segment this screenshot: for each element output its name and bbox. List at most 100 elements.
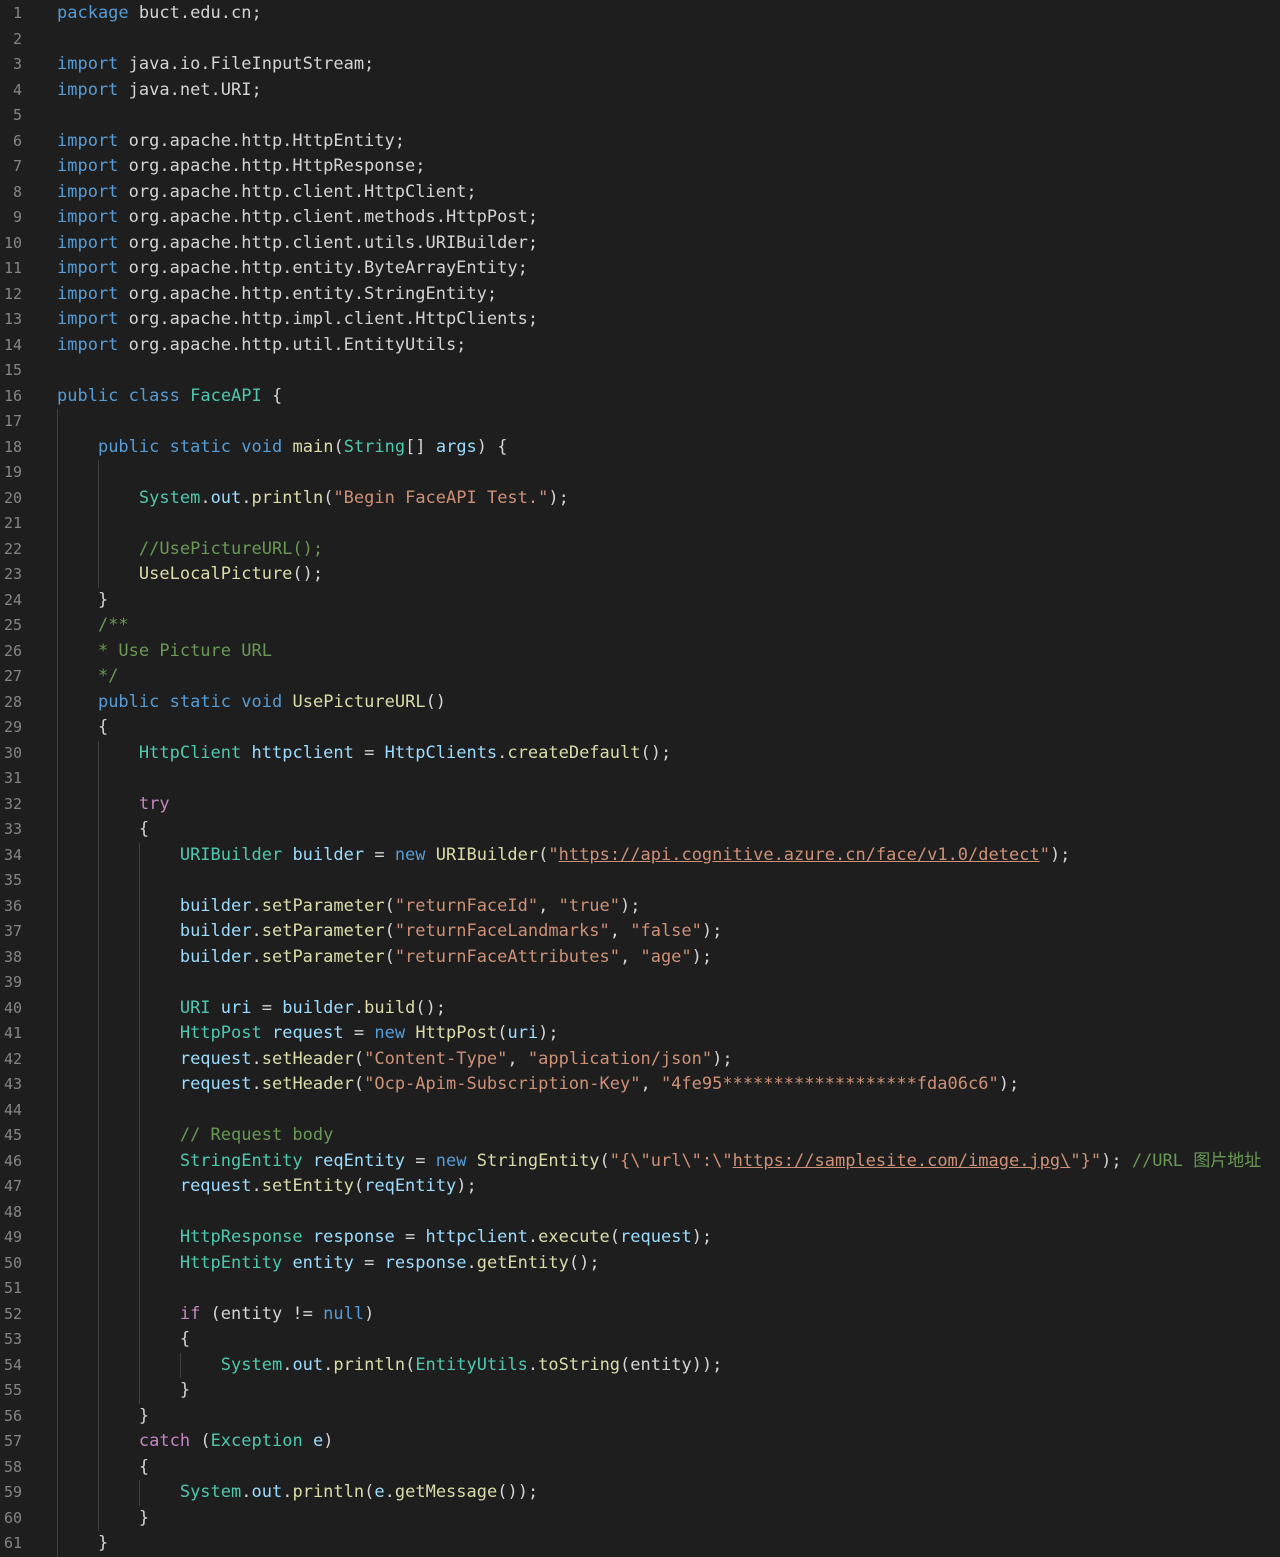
- code-line[interactable]: 29 {: [0, 715, 1280, 741]
- code-line[interactable]: 38 builder.setParameter("returnFaceAttri…: [0, 944, 1280, 970]
- code-token: .: [282, 1354, 293, 1375]
- line-number: 41: [3, 1024, 22, 1042]
- code-line[interactable]: 22 //UsePictureURL();: [0, 536, 1280, 562]
- code-line[interactable]: 1 package buct.edu.cn;: [0, 1, 1280, 27]
- code-token: import: [57, 54, 119, 74]
- code-token: }: [57, 1405, 150, 1426]
- line-number: 46: [3, 1151, 22, 1170]
- code-line[interactable]: 41 HttpPost request = new HttpPost(uri);: [0, 1021, 1280, 1047]
- code-line[interactable]: 44: [0, 1097, 1280, 1123]
- code-token: builder: [179, 895, 252, 916]
- code-line[interactable]: 23 UseLocalPicture();: [0, 562, 1280, 588]
- code-token: (entity));: [620, 1354, 723, 1375]
- code-line[interactable]: 53 {: [0, 1327, 1280, 1353]
- code-line[interactable]: 14 import org.apache.http.util.EntityUtil…: [0, 333, 1280, 359]
- code-token: setParameter: [261, 946, 385, 967]
- code-line[interactable]: 54 System.out.println(EntityUtils.toStri…: [0, 1352, 1280, 1378]
- code-line[interactable]: 31: [0, 766, 1280, 792]
- code-line[interactable]: 28 public static void UsePictureURL(): [0, 689, 1280, 715]
- line-number: 58: [3, 1457, 22, 1476]
- code-line[interactable]: 10 import org.apache.http.client.utils.UR…: [0, 231, 1280, 257]
- code-token: ,: [538, 895, 559, 916]
- code-token: request: [179, 1176, 252, 1196]
- code-line[interactable]: 15: [0, 358, 1280, 384]
- code-text: request.setEntity(reqEntity);: [57, 1174, 477, 1200]
- code-line[interactable]: 17: [0, 409, 1280, 435]
- code-text: HttpEntity entity = response.getEntity()…: [57, 1251, 600, 1277]
- code-line[interactable]: 60 }: [0, 1505, 1280, 1531]
- code-token: builder: [179, 921, 252, 941]
- code-line[interactable]: 35: [0, 868, 1280, 894]
- code-line[interactable]: 47 request.setEntity(reqEntity);: [0, 1174, 1280, 1200]
- code-line[interactable]: 5: [0, 103, 1280, 129]
- code-line[interactable]: 42 request.setHeader("Content-Type", "ap…: [0, 1046, 1280, 1072]
- code-line[interactable]: 48: [0, 1199, 1280, 1225]
- code-token: ();: [568, 1252, 600, 1273]
- code-line[interactable]: 58 {: [0, 1454, 1280, 1481]
- code-line[interactable]: 11 import org.apache.http.entity.ByteArra…: [0, 256, 1280, 282]
- code-line[interactable]: 51: [0, 1276, 1280, 1302]
- code-line[interactable]: 8 import org.apache.http.client.HttpClien…: [0, 180, 1280, 206]
- code-text: System.out.println("Begin FaceAPI Test."…: [57, 486, 569, 512]
- code-line[interactable]: 9 import org.apache.http.client.methods.H…: [0, 205, 1280, 231]
- code-token: StringEntity: [476, 1150, 600, 1171]
- code-line[interactable]: 36 builder.setParameter("returnFaceId", …: [0, 893, 1280, 919]
- code-line[interactable]: 37 builder.setParameter("returnFaceLandm…: [0, 919, 1280, 945]
- code-line[interactable]: 49 HttpResponse response = httpclient.ex…: [0, 1225, 1280, 1251]
- code-line[interactable]: 57 catch (Exception e): [0, 1429, 1280, 1455]
- code-token: ": [548, 844, 559, 865]
- code-line[interactable]: 52 if (entity != null): [0, 1301, 1280, 1327]
- code-line[interactable]: 50 HttpEntity entity = response.getEntit…: [0, 1250, 1280, 1277]
- code-line[interactable]: 59 System.out.println(e.getMessage());: [0, 1480, 1280, 1506]
- code-line[interactable]: 24 }: [0, 587, 1280, 613]
- code-text: }: [57, 1404, 149, 1430]
- code-line[interactable]: 16 public class FaceAPI {: [0, 384, 1280, 410]
- code-line[interactable]: 21: [0, 511, 1280, 537]
- code-token: static: [169, 436, 232, 457]
- code-line[interactable]: 19: [0, 460, 1280, 486]
- code-token: UseLocalPicture: [138, 564, 293, 584]
- indent-guide: [57, 409, 58, 435]
- code-line[interactable]: 12 import org.apache.http.entity.StringEn…: [0, 282, 1280, 308]
- code-editor[interactable]: 1 package buct.edu.cn; 2 3 import java.io.Fi…: [0, 0, 1280, 1557]
- code-text: StringEntity reqEntity = new StringEntit…: [57, 1149, 1261, 1175]
- code-line[interactable]: 6 import org.apache.http.HttpEntity;: [0, 129, 1280, 155]
- code-token: // Request body: [179, 1125, 334, 1145]
- code-line[interactable]: 61 }: [0, 1531, 1280, 1557]
- code-token: httpclient: [251, 742, 354, 763]
- code-line[interactable]: 55 }: [0, 1378, 1280, 1404]
- code-line[interactable]: 56 }: [0, 1403, 1280, 1430]
- code-line[interactable]: 33 {: [0, 817, 1280, 843]
- code-line[interactable]: 25 /**: [0, 613, 1280, 639]
- code-line[interactable]: 4 import java.net.URI;: [0, 78, 1280, 104]
- code-line[interactable]: 3 import java.io.FileInputStream;: [0, 52, 1280, 78]
- code-line[interactable]: 46 StringEntity reqEntity = new StringEn…: [0, 1148, 1280, 1175]
- code-token: ,: [619, 946, 641, 967]
- code-token: entity: [292, 1252, 354, 1273]
- code-token: );: [712, 1048, 733, 1069]
- code-text: catch (Exception e): [57, 1429, 334, 1455]
- code-token: );: [691, 1227, 713, 1247]
- code-token: );: [998, 1074, 1020, 1094]
- code-token: .: [527, 1227, 539, 1247]
- line-number: 16: [3, 386, 22, 405]
- code-text: {: [57, 1455, 149, 1481]
- code-line[interactable]: 39: [0, 970, 1280, 996]
- code-line[interactable]: 34 URIBuilder builder = new URIBuilder("…: [0, 842, 1280, 868]
- code-line[interactable]: 26 * Use Picture URL: [0, 638, 1280, 664]
- code-line[interactable]: 2: [0, 27, 1280, 53]
- code-line[interactable]: 13 import org.apache.http.impl.client.Htt…: [0, 307, 1280, 333]
- code-token: import: [57, 207, 119, 227]
- code-line[interactable]: 40 URI uri = builder.build();: [0, 995, 1280, 1021]
- code-line[interactable]: 30 HttpClient httpclient = HttpClients.c…: [0, 740, 1280, 766]
- code-line[interactable]: 20 System.out.println("Begin FaceAPI Tes…: [0, 485, 1280, 512]
- line-number: 18: [3, 437, 22, 456]
- code-line[interactable]: 43 request.setHeader("Ocp-Apim-Subscript…: [0, 1072, 1280, 1098]
- code-line[interactable]: 18 public static void main(String[] args…: [0, 434, 1280, 460]
- code-token: {: [57, 819, 150, 839]
- code-line[interactable]: 45 // Request body: [0, 1123, 1280, 1149]
- code-line[interactable]: 32 try: [0, 791, 1280, 817]
- code-line[interactable]: 27 */: [0, 664, 1280, 690]
- code-line[interactable]: 7 import org.apache.http.HttpResponse;: [0, 154, 1280, 180]
